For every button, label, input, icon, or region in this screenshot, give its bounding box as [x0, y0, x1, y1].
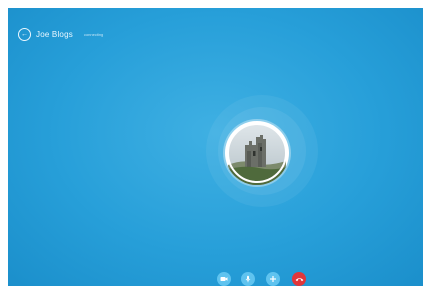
contact-avatar — [225, 121, 289, 185]
add-participant-button[interactable] — [266, 272, 280, 286]
microphone-icon — [245, 275, 251, 283]
contact-name: Joe Blogs — [36, 30, 73, 39]
video-button[interactable] — [217, 272, 231, 286]
castle-ruin-photo — [227, 123, 287, 185]
call-status: connecting — [83, 32, 104, 37]
back-arrow-icon: ← — [21, 31, 28, 38]
call-header: ← Joe Blogs connecting — [18, 28, 103, 41]
end-call-icon — [295, 278, 303, 282]
end-call-button[interactable] — [292, 272, 306, 286]
mute-button[interactable] — [241, 272, 255, 286]
call-controls — [8, 272, 423, 286]
video-icon — [220, 277, 228, 281]
back-button[interactable]: ← — [18, 28, 31, 41]
call-window: ← Joe Blogs connecting — [8, 8, 423, 286]
add-icon — [270, 276, 276, 282]
